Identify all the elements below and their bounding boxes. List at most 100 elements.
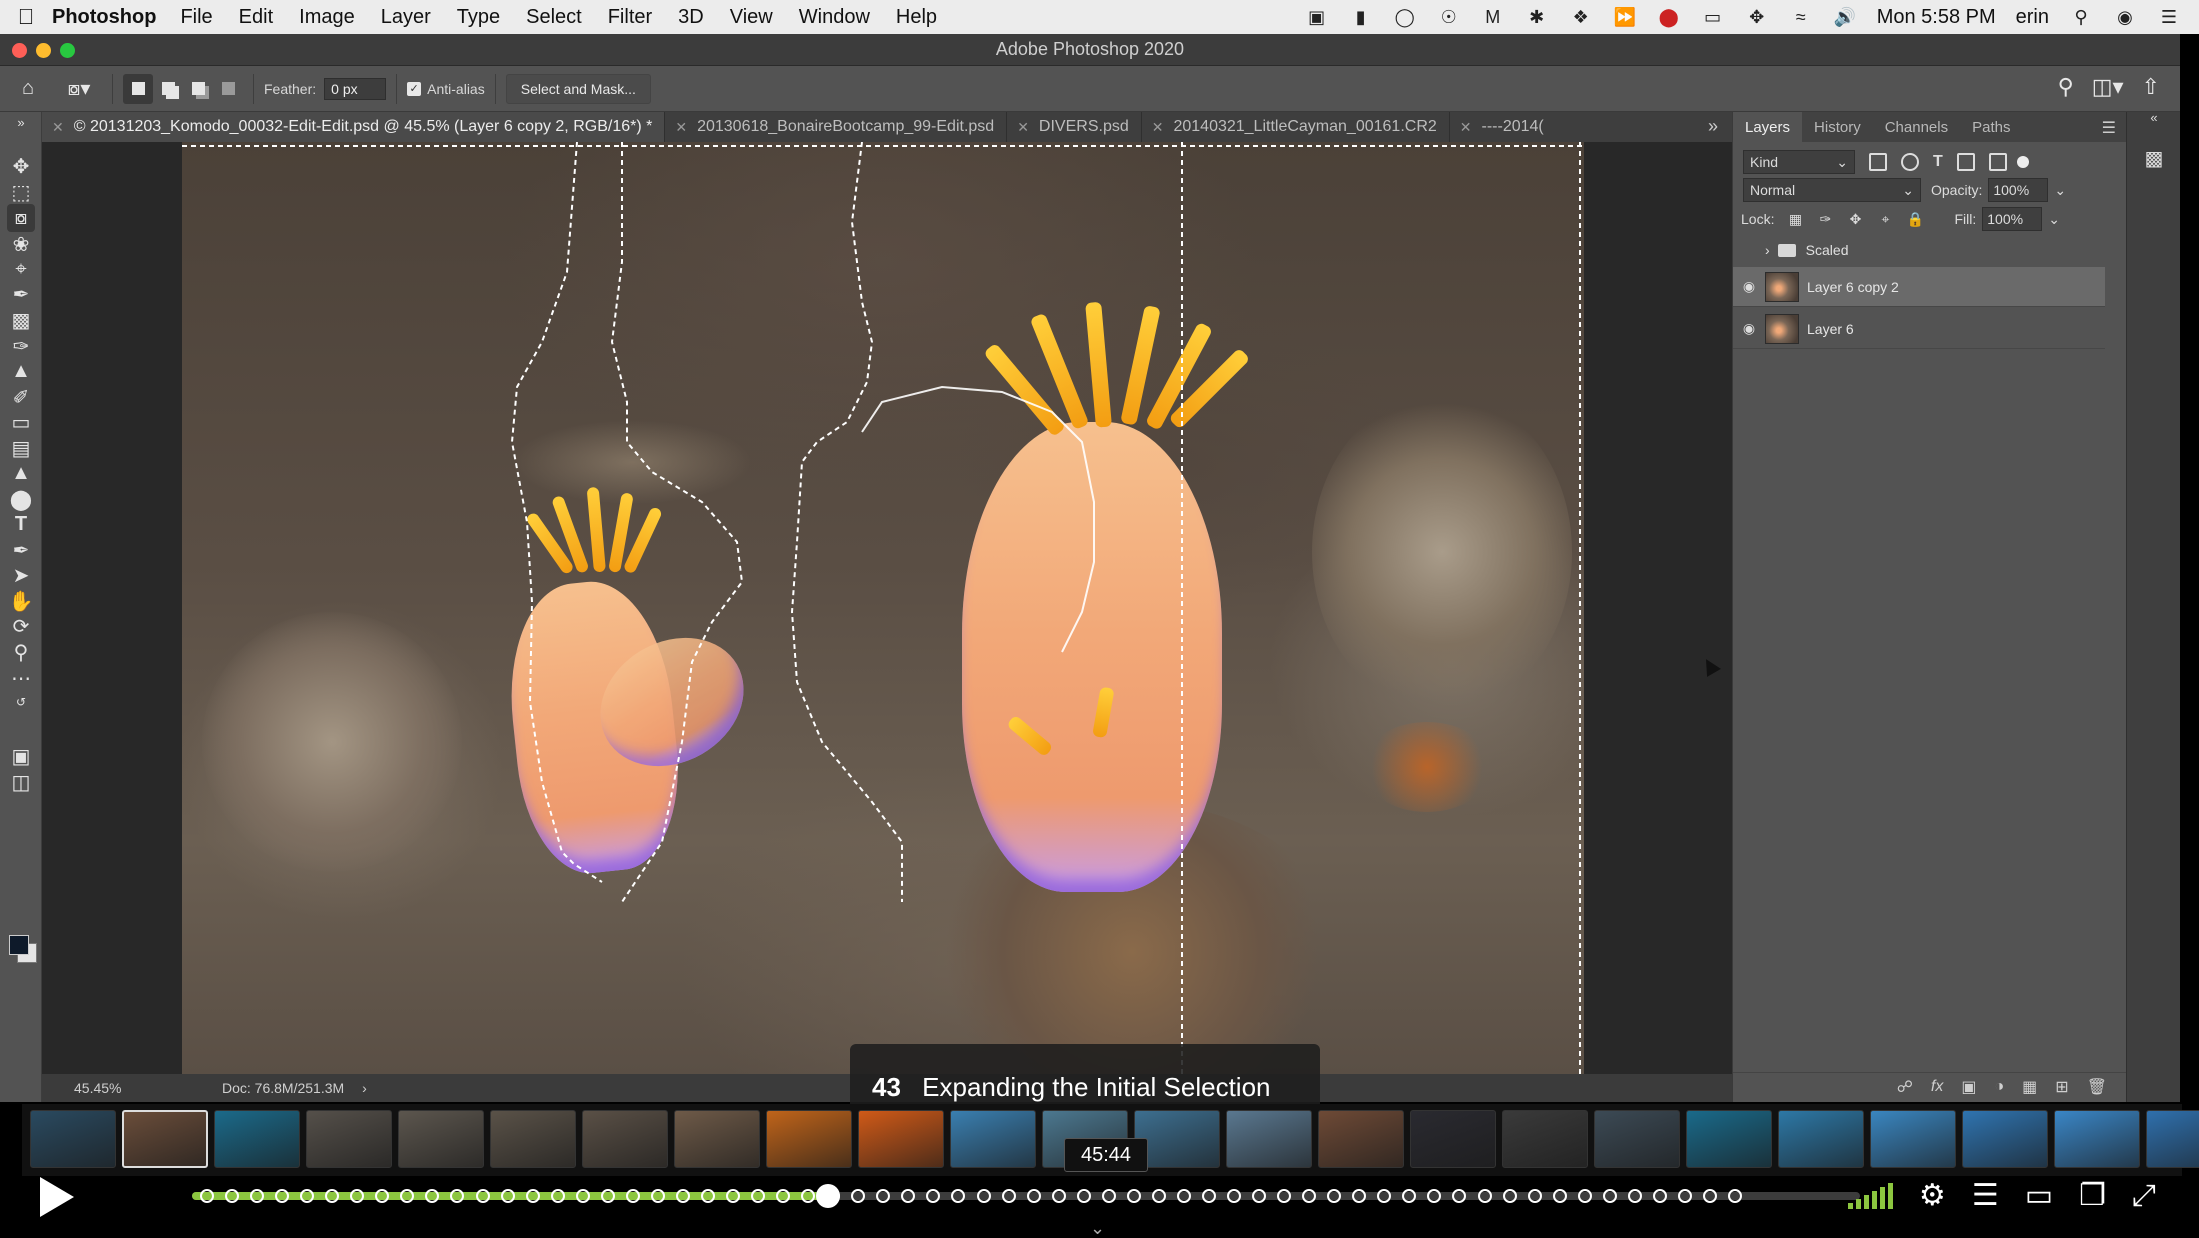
brush-tool-icon[interactable]: ✑ [7,332,35,360]
apple-menu-icon[interactable]:  [0,4,52,30]
chapter-marker[interactable] [500,1189,515,1203]
lock-transparent-pixels-icon[interactable]: ▦ [1786,210,1804,228]
chapter-marker[interactable] [525,1189,540,1203]
feather-input[interactable]: 0 px [324,77,387,100]
document-canvas-image[interactable] [182,142,1584,1074]
swap-colors-icon[interactable]: ↺ [7,688,35,716]
chapter-marker[interactable] [1327,1189,1342,1203]
intersect-selection-mode-button[interactable] [213,74,243,104]
chapter-thumbnail[interactable] [306,1110,392,1168]
chapter-marker[interactable] [1702,1189,1717,1203]
siri-icon[interactable]: ◉ [2113,6,2137,28]
new-selection-mode-button[interactable] [123,73,153,104]
chapter-thumbnail[interactable] [214,1110,300,1168]
share-icon[interactable]: ⇧ [2142,74,2160,100]
quick-mask-icon[interactable]: ▣ [7,742,35,770]
chapter-marker[interactable] [1402,1189,1417,1203]
move-tool-icon[interactable]: ✥ [7,152,35,180]
select-and-mask-button[interactable]: Select and Mask... [505,73,651,104]
lock-artboard-icon[interactable]: ⌖ [1876,210,1894,228]
crop-tool-icon[interactable]: ⌖ [7,255,35,283]
chapter-marker[interactable] [450,1189,465,1203]
tab-paths[interactable]: Paths [1960,112,2022,142]
healing-brush-tool-icon[interactable]: ▩ [7,306,35,334]
opacity-input[interactable]: 100% [1988,178,2049,202]
chapter-marker[interactable] [1452,1189,1467,1203]
close-tab-icon[interactable]: ✕ [52,119,64,136]
tab-layers[interactable]: Layers [1733,112,1803,142]
filter-kind-select[interactable]: Kind ⌄ [1743,150,1855,174]
chapter-marker[interactable] [851,1189,866,1203]
chapter-marker[interactable] [1201,1189,1216,1203]
chapter-marker[interactable] [475,1189,490,1203]
chevron-down-icon[interactable]: ⌄ [2048,211,2060,228]
layer-row-layer-6-copy-2[interactable]: ◉ Layer 6 copy 2 [1733,267,2105,307]
menu-layer[interactable]: Layer [381,6,431,29]
menu-select[interactable]: Select [526,6,582,29]
minimize-window-button[interactable] [36,43,51,58]
menu-type[interactable]: Type [457,6,500,29]
doc-tab-overflow[interactable]: ✕ ----2014( [1450,112,1556,142]
dodge-tool-icon[interactable]: ⬤ [7,485,35,513]
lasso-tool-icon[interactable]: ⧇ [7,204,35,232]
chapter-marker[interactable] [1176,1189,1191,1203]
gradient-tool-icon[interactable]: ▤ [7,434,35,462]
chapter-marker[interactable] [1026,1189,1041,1203]
workspace-icon[interactable]: ◫▾ [2092,74,2124,100]
chapter-thumbnail[interactable] [582,1110,668,1168]
mail-icon[interactable]: M [1481,6,1505,28]
status-menu-arrow-icon[interactable]: › [362,1080,367,1096]
add-mask-icon[interactable]: ▣ [1961,1077,1976,1097]
screen-mode-icon[interactable]: ◫ [7,768,35,796]
lasso-tool-preset-icon[interactable]: ⧇▾ [56,74,102,104]
type-tool-icon[interactable]: T [7,510,35,538]
chapter-marker[interactable] [901,1189,916,1203]
chapter-marker[interactable] [575,1189,590,1203]
chapter-marker[interactable] [876,1189,891,1203]
chapter-thumbnail[interactable] [122,1110,208,1168]
shape-filter-icon[interactable] [1956,153,1975,171]
chapter-marker[interactable] [1252,1189,1267,1203]
chapter-thumbnail[interactable] [30,1110,116,1168]
doc-tab-bonaire[interactable]: ✕ 20130618_BonaireBootcamp_99-Edit.psd [665,112,1008,142]
lock-all-icon[interactable]: 🔒 [1906,210,1924,228]
chapter-marker[interactable] [275,1189,290,1203]
tab-channels[interactable]: Channels [1873,112,1960,142]
menu-user[interactable]: erin [2016,6,2049,29]
chapter-marker[interactable] [1126,1189,1141,1203]
lock-position-icon[interactable]: ✥ [1846,210,1864,228]
airplay-icon[interactable]: ▭ [1701,6,1725,28]
add-selection-mode-button[interactable] [153,74,183,104]
chapter-marker[interactable] [1527,1189,1542,1203]
menu-filter[interactable]: Filter [608,6,652,29]
fast-forward-icon[interactable]: ⏩ [1613,6,1637,28]
close-tab-icon[interactable]: ✕ [1152,119,1164,136]
smart-object-filter-icon[interactable] [1988,153,2007,171]
eyedropper-tool-icon[interactable]: ✒ [7,280,35,308]
home-icon[interactable]: ⌂ [0,74,56,104]
picture-in-picture-icon[interactable]: ❐ [2079,1178,2106,1213]
chapter-marker[interactable] [1151,1189,1166,1203]
screenshot-icon[interactable]: ▣ [1305,6,1329,28]
notification-center-icon[interactable]: ☰ [2157,6,2181,28]
menu-image[interactable]: Image [299,6,355,29]
menu-help[interactable]: Help [896,6,937,29]
delete-layer-icon[interactable]: 🗑 [2087,1077,2107,1097]
eye-visibility-icon[interactable]: ◉ [1733,278,1765,295]
chapter-thumbnail[interactable] [1502,1110,1588,1168]
doc-tab-littlecayman[interactable]: ✕ 20140321_LittleCayman_00161.CR2 [1142,112,1450,142]
quick-selection-tool-icon[interactable]: ❀ [7,230,35,258]
settings-gear-icon[interactable]: ⚙ [1919,1178,1946,1213]
chapter-marker[interactable] [250,1189,265,1203]
adjustment-layer-icon[interactable]: ◑ [1994,1078,2004,1096]
chapter-marker[interactable] [425,1189,440,1203]
chapter-thumbnail[interactable] [1778,1110,1864,1168]
volume-control[interactable] [1847,1182,1893,1209]
chapter-marker[interactable] [1277,1189,1292,1203]
chevron-right-icon[interactable]: › [1765,242,1770,258]
close-window-button[interactable] [12,43,27,58]
menu-window[interactable]: Window [799,6,870,29]
chapter-thumbnail[interactable] [1870,1110,1956,1168]
chapter-marker[interactable] [1427,1189,1442,1203]
chapter-marker[interactable] [225,1189,240,1203]
